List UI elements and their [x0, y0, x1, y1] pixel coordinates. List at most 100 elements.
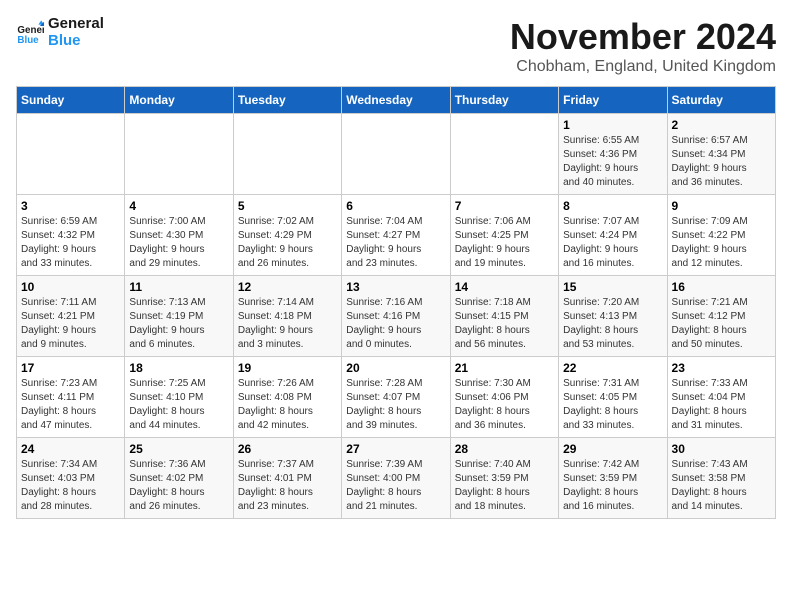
day-info: Sunrise: 7:25 AM Sunset: 4:10 PM Dayligh…: [129, 377, 228, 433]
calendar-cell: 16 Sunrise: 7:21 AM Sunset: 4:12 PM Dayli…: [667, 276, 775, 357]
calendar-cell: 30 Sunrise: 7:43 AM Sunset: 3:58 PM Dayli…: [667, 438, 775, 519]
day-info: Sunrise: 7:11 AM Sunset: 4:21 PM Dayligh…: [21, 296, 120, 352]
day-info: Sunrise: 7:26 AM Sunset: 4:08 PM Dayligh…: [238, 377, 337, 433]
day-number: 26: [238, 442, 337, 456]
calendar-cell: 21 Sunrise: 7:30 AM Sunset: 4:06 PM Dayli…: [450, 357, 558, 438]
logo-general: General: [48, 16, 104, 33]
day-number: 7: [455, 199, 554, 213]
day-number: 17: [21, 361, 120, 375]
day-info: Sunrise: 7:36 AM Sunset: 4:02 PM Dayligh…: [129, 458, 228, 514]
day-info: Sunrise: 6:55 AM Sunset: 4:36 PM Dayligh…: [563, 134, 662, 190]
calendar-cell: 18 Sunrise: 7:25 AM Sunset: 4:10 PM Dayli…: [125, 357, 233, 438]
calendar-body: 1 Sunrise: 6:55 AM Sunset: 4:36 PM Daylig…: [17, 114, 776, 519]
column-header-friday: Friday: [559, 87, 667, 114]
logo-blue: Blue: [48, 33, 104, 50]
calendar-cell: [233, 114, 341, 195]
calendar-cell: 27Sunrise: 7:39 AM Sunset: 4:00 PM Dayli…: [342, 438, 450, 519]
column-header-thursday: Thursday: [450, 87, 558, 114]
day-number: 30: [672, 442, 771, 456]
day-number: 28: [455, 442, 554, 456]
column-header-wednesday: Wednesday: [342, 87, 450, 114]
day-number: 29: [563, 442, 662, 456]
day-number: 14: [455, 280, 554, 294]
calendar-cell: 28 Sunrise: 7:40 AM Sunset: 3:59 PM Dayli…: [450, 438, 558, 519]
day-info: Sunrise: 7:04 AM Sunset: 4:27 PM Dayligh…: [346, 215, 445, 271]
calendar-cell: 6 Sunrise: 7:04 AM Sunset: 4:27 PM Daylig…: [342, 195, 450, 276]
day-number: 11: [129, 280, 228, 294]
calendar-cell: 3 Sunrise: 6:59 AM Sunset: 4:32 PM Daylig…: [17, 195, 125, 276]
day-info: Sunrise: 7:43 AM Sunset: 3:58 PM Dayligh…: [672, 458, 771, 514]
calendar-cell: 9 Sunrise: 7:09 AM Sunset: 4:22 PM Daylig…: [667, 195, 775, 276]
calendar-cell: 15Sunrise: 7:20 AM Sunset: 4:13 PM Dayli…: [559, 276, 667, 357]
day-number: 20: [346, 361, 445, 375]
day-info: Sunrise: 6:59 AM Sunset: 4:32 PM Dayligh…: [21, 215, 120, 271]
page-title: November 2024: [510, 16, 776, 58]
calendar-cell: [342, 114, 450, 195]
calendar-cell: 29Sunrise: 7:42 AM Sunset: 3:59 PM Dayli…: [559, 438, 667, 519]
day-info: Sunrise: 7:40 AM Sunset: 3:59 PM Dayligh…: [455, 458, 554, 514]
day-info: Sunrise: 7:14 AM Sunset: 4:18 PM Dayligh…: [238, 296, 337, 352]
day-info: Sunrise: 7:30 AM Sunset: 4:06 PM Dayligh…: [455, 377, 554, 433]
day-info: Sunrise: 7:34 AM Sunset: 4:03 PM Dayligh…: [21, 458, 120, 514]
column-header-tuesday: Tuesday: [233, 87, 341, 114]
day-number: 24: [21, 442, 120, 456]
calendar-cell: 5Sunrise: 7:02 AM Sunset: 4:29 PM Daylig…: [233, 195, 341, 276]
day-number: 4: [129, 199, 228, 213]
calendar-cell: [450, 114, 558, 195]
day-info: Sunrise: 7:23 AM Sunset: 4:11 PM Dayligh…: [21, 377, 120, 433]
calendar-cell: 1 Sunrise: 6:55 AM Sunset: 4:36 PM Daylig…: [559, 114, 667, 195]
day-info: Sunrise: 7:06 AM Sunset: 4:25 PM Dayligh…: [455, 215, 554, 271]
day-number: 10: [21, 280, 120, 294]
logo: General Blue General Blue: [16, 16, 104, 49]
day-info: Sunrise: 7:07 AM Sunset: 4:24 PM Dayligh…: [563, 215, 662, 271]
week-row-5: 24 Sunrise: 7:34 AM Sunset: 4:03 PM Dayli…: [17, 438, 776, 519]
calendar-cell: 8 Sunrise: 7:07 AM Sunset: 4:24 PM Daylig…: [559, 195, 667, 276]
day-number: 2: [672, 118, 771, 132]
day-info: Sunrise: 7:21 AM Sunset: 4:12 PM Dayligh…: [672, 296, 771, 352]
header: General Blue General Blue November 2024 …: [16, 16, 776, 76]
day-number: 23: [672, 361, 771, 375]
day-number: 25: [129, 442, 228, 456]
calendar-table: SundayMondayTuesdayWednesdayThursdayFrid…: [16, 86, 776, 519]
calendar-header-row: SundayMondayTuesdayWednesdayThursdayFrid…: [17, 87, 776, 114]
column-header-sunday: Sunday: [17, 87, 125, 114]
week-row-2: 3 Sunrise: 6:59 AM Sunset: 4:32 PM Daylig…: [17, 195, 776, 276]
day-info: Sunrise: 7:13 AM Sunset: 4:19 PM Dayligh…: [129, 296, 228, 352]
week-row-3: 10 Sunrise: 7:11 AM Sunset: 4:21 PM Dayli…: [17, 276, 776, 357]
calendar-cell: 25 Sunrise: 7:36 AM Sunset: 4:02 PM Dayli…: [125, 438, 233, 519]
week-row-4: 17 Sunrise: 7:23 AM Sunset: 4:11 PM Dayli…: [17, 357, 776, 438]
day-info: Sunrise: 7:37 AM Sunset: 4:01 PM Dayligh…: [238, 458, 337, 514]
calendar-cell: 24 Sunrise: 7:34 AM Sunset: 4:03 PM Dayli…: [17, 438, 125, 519]
column-header-saturday: Saturday: [667, 87, 775, 114]
calendar-cell: 11 Sunrise: 7:13 AM Sunset: 4:19 PM Dayli…: [125, 276, 233, 357]
calendar-cell: 20Sunrise: 7:28 AM Sunset: 4:07 PM Dayli…: [342, 357, 450, 438]
calendar-cell: 2Sunrise: 6:57 AM Sunset: 4:34 PM Daylig…: [667, 114, 775, 195]
calendar-cell: 19 Sunrise: 7:26 AM Sunset: 4:08 PM Dayli…: [233, 357, 341, 438]
calendar-cell: [125, 114, 233, 195]
day-info: Sunrise: 7:20 AM Sunset: 4:13 PM Dayligh…: [563, 296, 662, 352]
day-number: 9: [672, 199, 771, 213]
day-info: Sunrise: 7:09 AM Sunset: 4:22 PM Dayligh…: [672, 215, 771, 271]
day-number: 3: [21, 199, 120, 213]
day-info: Sunrise: 7:02 AM Sunset: 4:29 PM Dayligh…: [238, 215, 337, 271]
calendar-cell: 14 Sunrise: 7:18 AM Sunset: 4:15 PM Dayli…: [450, 276, 558, 357]
calendar-cell: 7 Sunrise: 7:06 AM Sunset: 4:25 PM Daylig…: [450, 195, 558, 276]
day-number: 19: [238, 361, 337, 375]
svg-text:Blue: Blue: [17, 34, 39, 45]
day-number: 8: [563, 199, 662, 213]
day-number: 16: [672, 280, 771, 294]
column-header-monday: Monday: [125, 87, 233, 114]
calendar-cell: 17 Sunrise: 7:23 AM Sunset: 4:11 PM Dayli…: [17, 357, 125, 438]
logo-icon: General Blue: [16, 19, 44, 47]
calendar-cell: 26 Sunrise: 7:37 AM Sunset: 4:01 PM Dayli…: [233, 438, 341, 519]
day-number: 18: [129, 361, 228, 375]
day-number: 21: [455, 361, 554, 375]
calendar-cell: 23Sunrise: 7:33 AM Sunset: 4:04 PM Dayli…: [667, 357, 775, 438]
day-info: Sunrise: 7:18 AM Sunset: 4:15 PM Dayligh…: [455, 296, 554, 352]
day-number: 1: [563, 118, 662, 132]
day-number: 13: [346, 280, 445, 294]
day-number: 6: [346, 199, 445, 213]
day-info: Sunrise: 7:16 AM Sunset: 4:16 PM Dayligh…: [346, 296, 445, 352]
calendar-cell: 12 Sunrise: 7:14 AM Sunset: 4:18 PM Dayli…: [233, 276, 341, 357]
day-number: 12: [238, 280, 337, 294]
